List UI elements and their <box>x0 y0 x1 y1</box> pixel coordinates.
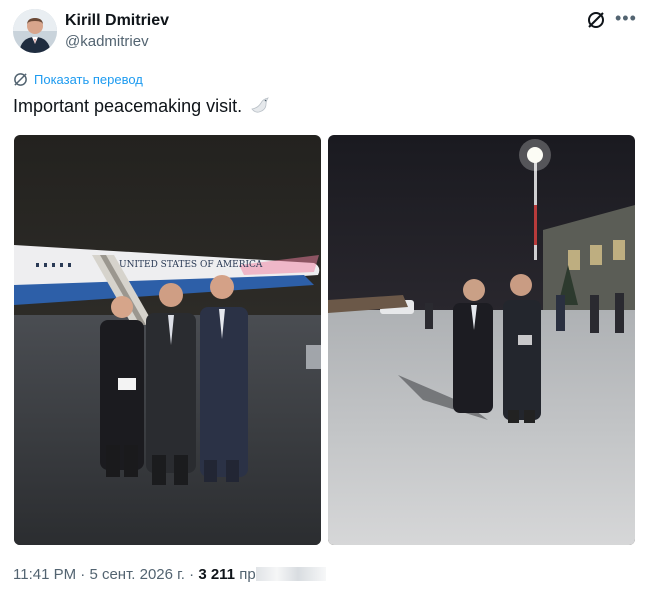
grok-icon[interactable] <box>586 10 606 30</box>
avatar-photo <box>13 9 57 53</box>
tweet-body: Important peacemaking visit. <box>13 96 243 116</box>
avatar[interactable] <box>13 9 57 53</box>
photo-tarmac-walk-image <box>328 135 635 545</box>
views-label: пр <box>239 566 256 583</box>
tweet-date[interactable]: 5 сент. 2026 г. <box>89 566 185 583</box>
translate-icon <box>14 73 27 86</box>
tweet-text: Important peacemaking visit. <box>13 96 270 117</box>
author-handle[interactable]: @kadmitriev <box>65 33 149 50</box>
translate-label: Показать перевод <box>34 72 143 87</box>
tweet-time[interactable]: 11:41 PM <box>13 566 76 583</box>
author-name[interactable]: Kirill Dmitriev <box>65 12 169 30</box>
plane-lettering: UNITED STATES OF AMERICA <box>119 260 263 270</box>
tweet-meta: 11:41 PM · 5 сент. 2026 г. · 3 211 пр <box>13 566 326 583</box>
dove-icon <box>251 97 269 113</box>
photo-plane-group-image: UNITED STATES OF AMERICA <box>14 135 321 545</box>
photo-plane-group[interactable]: UNITED STATES OF AMERICA <box>14 135 321 545</box>
photo-tarmac-walk[interactable] <box>328 135 635 545</box>
show-translation-link[interactable]: Показать перевод <box>13 72 143 87</box>
views-blur <box>255 567 326 581</box>
view-count: 3 211 <box>198 566 236 583</box>
more-icon[interactable]: ••• <box>615 7 637 29</box>
